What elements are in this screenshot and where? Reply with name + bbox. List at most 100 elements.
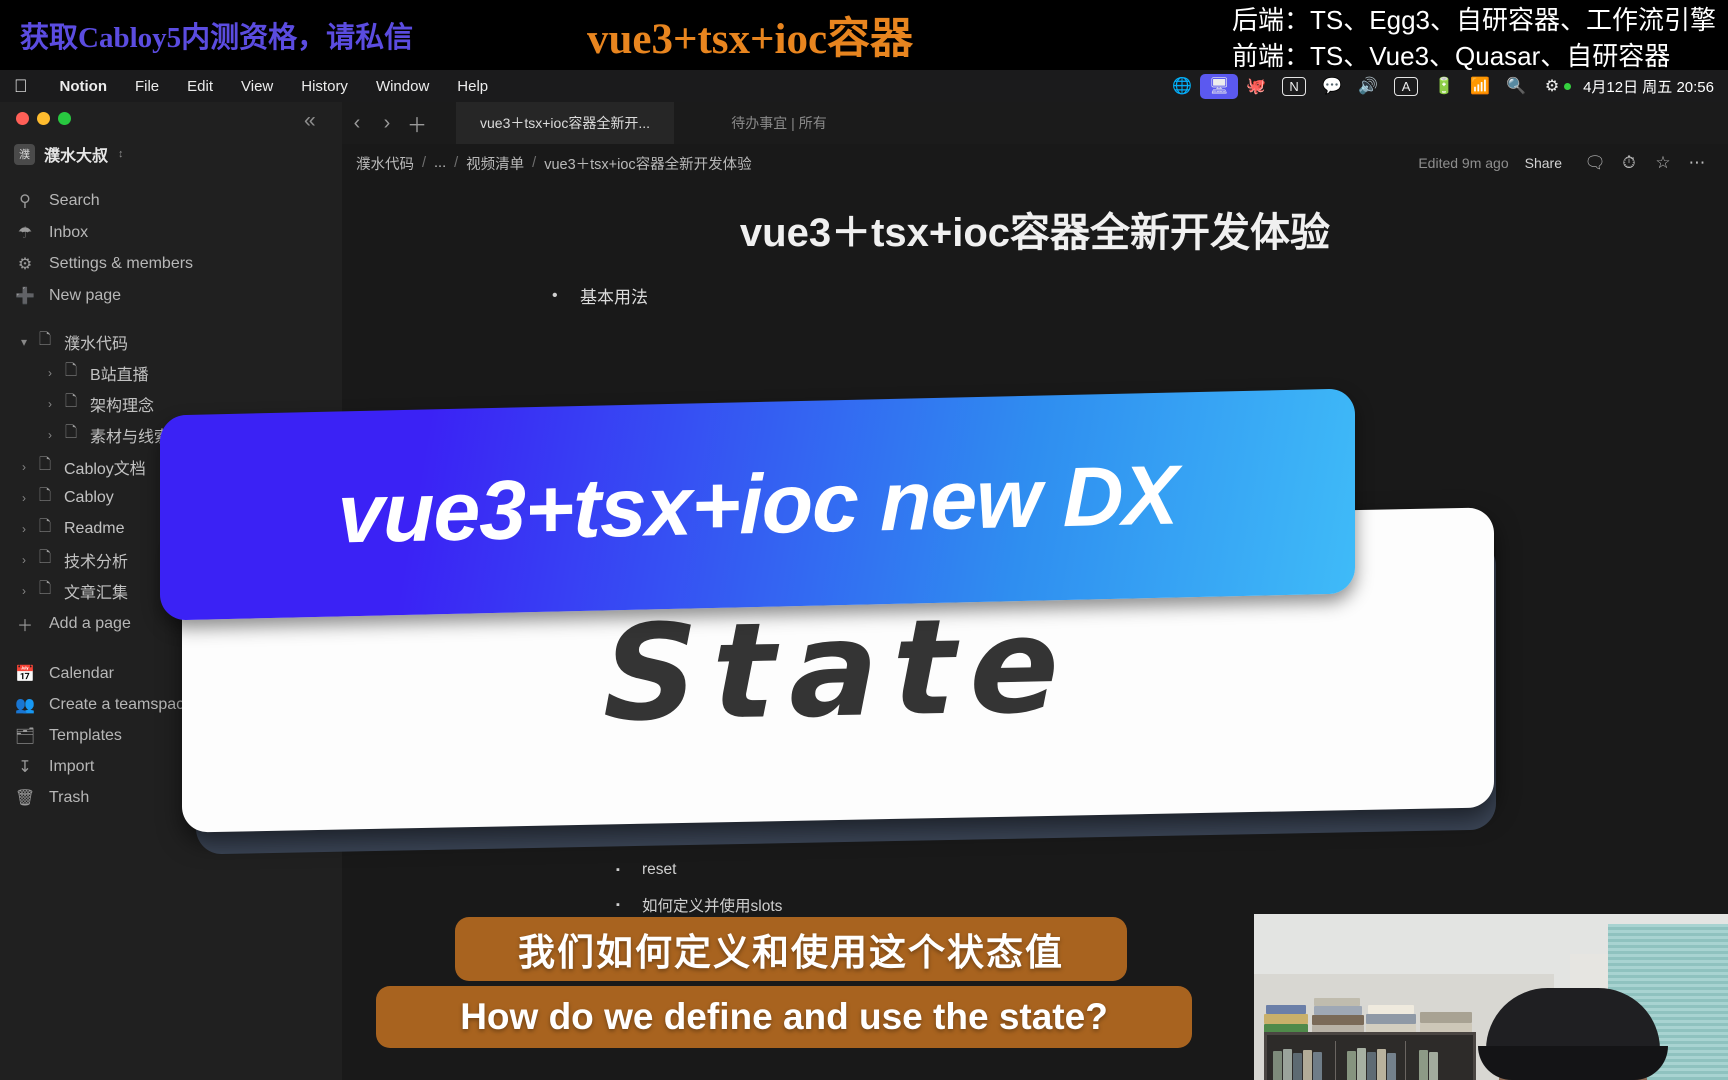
collapse-sidebar-icon[interactable]: «: [304, 109, 316, 133]
sidebar-item-trash[interactable]: 🗑 Trash: [14, 783, 89, 813]
sidebar-item-label: Inbox: [49, 224, 89, 241]
bullet-label: 如何定义并使用slots: [642, 897, 783, 915]
chevron-right-icon[interactable]: ›: [14, 522, 34, 536]
sidebar-item-label: Trash: [49, 789, 90, 806]
sidebar-page-bzhanzhibo[interactable]: › 🗋 B站直播: [40, 357, 149, 388]
breadcrumb-item-0[interactable]: 濮水代码: [356, 153, 414, 174]
tab-vue3-tsx-ioc[interactable]: vue3＋tsx+ioc容器全新开...: [456, 102, 674, 144]
sidebar-page-sucaiyuxiansuo[interactable]: › 🗋 素材与线索: [40, 419, 170, 450]
chevron-right-icon[interactable]: ›: [14, 460, 34, 474]
bullet-square-icon: ▪: [616, 898, 620, 911]
sidebar-item-label: Settings & members: [49, 255, 194, 272]
sidebar-page-label: 技术分析: [64, 553, 129, 571]
sidebar-page-cabloy-docs[interactable]: › 🗋 Cabloy文档: [14, 451, 146, 482]
bullet-item[interactable]: • 基本用法: [552, 278, 1452, 313]
presentation-slide-overlay: State vue3+tsx+ioc new DX: [160, 388, 1500, 862]
wechat-icon[interactable]: 💬: [1314, 74, 1350, 98]
elephant-icon[interactable]: 🐙: [1238, 74, 1274, 98]
sidebar-item-new-page[interactable]: ➕ New page: [14, 281, 121, 311]
menu-edit[interactable]: Edit: [173, 78, 227, 95]
sidebar-item-label: Import: [49, 758, 95, 775]
chevron-right-icon[interactable]: ›: [40, 428, 60, 442]
sidebar-page-wenzhanghuiji[interactable]: › 🗋 文章汇集: [14, 575, 128, 606]
sidebar-item-inbox[interactable]: ☂ Inbox: [14, 218, 88, 248]
chevron-right-icon[interactable]: ›: [372, 112, 402, 135]
sidebar-page-label: Readme: [64, 519, 125, 537]
chevron-right-icon[interactable]: ›: [40, 397, 60, 411]
zoom-window-button[interactable]: [58, 112, 71, 125]
slide-headline: vue3+tsx+ioc new DX: [337, 447, 1178, 561]
sidebar-item-label: Calendar: [49, 665, 114, 682]
teamspace-icon: 👥: [15, 697, 35, 714]
globe-icon[interactable]: 🌐: [1164, 74, 1200, 98]
breadcrumb-item-2[interactable]: 视频清单: [466, 153, 524, 174]
share-button[interactable]: Share: [1525, 155, 1562, 171]
sidebar-item-templates[interactable]: 🗂 Templates: [14, 721, 122, 751]
sidebar-item-label: New page: [49, 287, 122, 304]
star-icon[interactable]: ☆: [1646, 153, 1680, 173]
promo-center-title: vue3+tsx+ioc容器: [586, 16, 914, 63]
history-icon[interactable]: ⏱: [1612, 153, 1646, 173]
slide-word: State: [603, 588, 1073, 752]
macos-menubar:  Notion File Edit View History Window H…: [0, 70, 1728, 102]
document-bullet-list: • 基本用法: [552, 278, 1452, 313]
menu-notion[interactable]: Notion: [46, 78, 121, 95]
workspace-avatar: 濮: [14, 143, 35, 165]
menubar-clock[interactable]: 4月12日 周五 20:56: [1573, 76, 1720, 97]
presenter-figure: [1450, 976, 1700, 1080]
page-icon: 🗋: [38, 456, 52, 473]
workspace-name: 濮水大叔: [44, 148, 109, 165]
chevron-right-icon[interactable]: ›: [14, 553, 34, 567]
new-tab-icon[interactable]: ＋: [402, 109, 432, 138]
comment-icon[interactable]: 🗨: [1578, 153, 1612, 173]
search-icon[interactable]: 🔍: [1498, 74, 1534, 98]
breadcrumb-item-1[interactable]: ...: [434, 155, 446, 171]
close-window-button[interactable]: [16, 112, 29, 125]
sidebar-page-readme[interactable]: › 🗋 Readme: [14, 513, 124, 544]
input-source-icon[interactable]: A: [1394, 76, 1419, 96]
sidebar-page-label: Cabloy: [64, 488, 114, 506]
notion-icon[interactable]: N: [1282, 76, 1307, 96]
sidebar-item-import[interactable]: ↧ Import: [14, 752, 94, 782]
bullet-square-icon: ▪: [616, 863, 620, 876]
bullet-dot-icon: •: [552, 286, 558, 304]
sidebar-item-calendar[interactable]: 📅 Calendar: [14, 659, 114, 689]
chevron-down-icon[interactable]: ▾: [14, 335, 34, 349]
page-icon: 🗋: [38, 549, 52, 566]
minimize-window-button[interactable]: [37, 112, 50, 125]
breadcrumb-item-3[interactable]: vue3＋tsx+ioc容器全新开发体验: [544, 153, 751, 174]
more-icon[interactable]: ⋯: [1680, 153, 1714, 173]
breadcrumb-separator: /: [454, 155, 459, 171]
apple-icon[interactable]: : [14, 77, 28, 95]
battery-icon[interactable]: 🔋: [1426, 74, 1462, 98]
menu-file[interactable]: File: [121, 78, 173, 95]
menu-window[interactable]: Window: [362, 78, 443, 95]
tab-bar: ‹ › ＋ vue3＋tsx+ioc容器全新开... 待办事宜 | 所有: [342, 102, 1728, 144]
search-icon: ⚲: [19, 193, 31, 210]
screen-share-icon[interactable]: 🖥: [1200, 73, 1239, 99]
sidebar-page-jiagoulinian[interactable]: › 🗋 架构理念: [40, 388, 154, 419]
webcam-bookshelf: [1264, 1032, 1476, 1080]
plus-icon: ＋: [16, 618, 33, 635]
sidebar-item-search[interactable]: ⚲ Search: [14, 186, 100, 216]
chevron-right-icon[interactable]: ›: [14, 584, 34, 598]
volume-icon[interactable]: 🔊: [1350, 74, 1386, 98]
sidebar-page-jishufenxi[interactable]: › 🗋 技术分析: [14, 544, 128, 575]
chevron-left-icon[interactable]: ‹: [342, 112, 372, 135]
tab-todo[interactable]: 待办事宜 | 所有: [674, 102, 884, 144]
sidebar-page-pushuidaima[interactable]: ▾ 🗋 濮水代码: [14, 326, 128, 357]
workspace-switcher[interactable]: 濮 濮水大叔 ↕: [14, 142, 124, 166]
sidebar-page-label: 文章汇集: [64, 584, 129, 602]
menu-help[interactable]: Help: [443, 78, 502, 95]
sidebar-page-label: B站直播: [90, 366, 149, 384]
sidebar-item-settings[interactable]: ⚙ Settings & members: [14, 249, 193, 279]
menu-history[interactable]: History: [287, 78, 362, 95]
chevron-right-icon[interactable]: ›: [40, 366, 60, 380]
sidebar-item-label: Templates: [49, 727, 122, 744]
sidebar-page-cabloy[interactable]: › 🗋 Cabloy: [14, 482, 114, 513]
sidebar-page-label: 素材与线索: [90, 428, 171, 446]
chevron-right-icon[interactable]: ›: [14, 491, 34, 505]
menu-view[interactable]: View: [227, 78, 287, 95]
sidebar-add-page[interactable]: ＋ Add a page: [14, 609, 131, 639]
wifi-icon[interactable]: 📶: [1462, 74, 1498, 98]
